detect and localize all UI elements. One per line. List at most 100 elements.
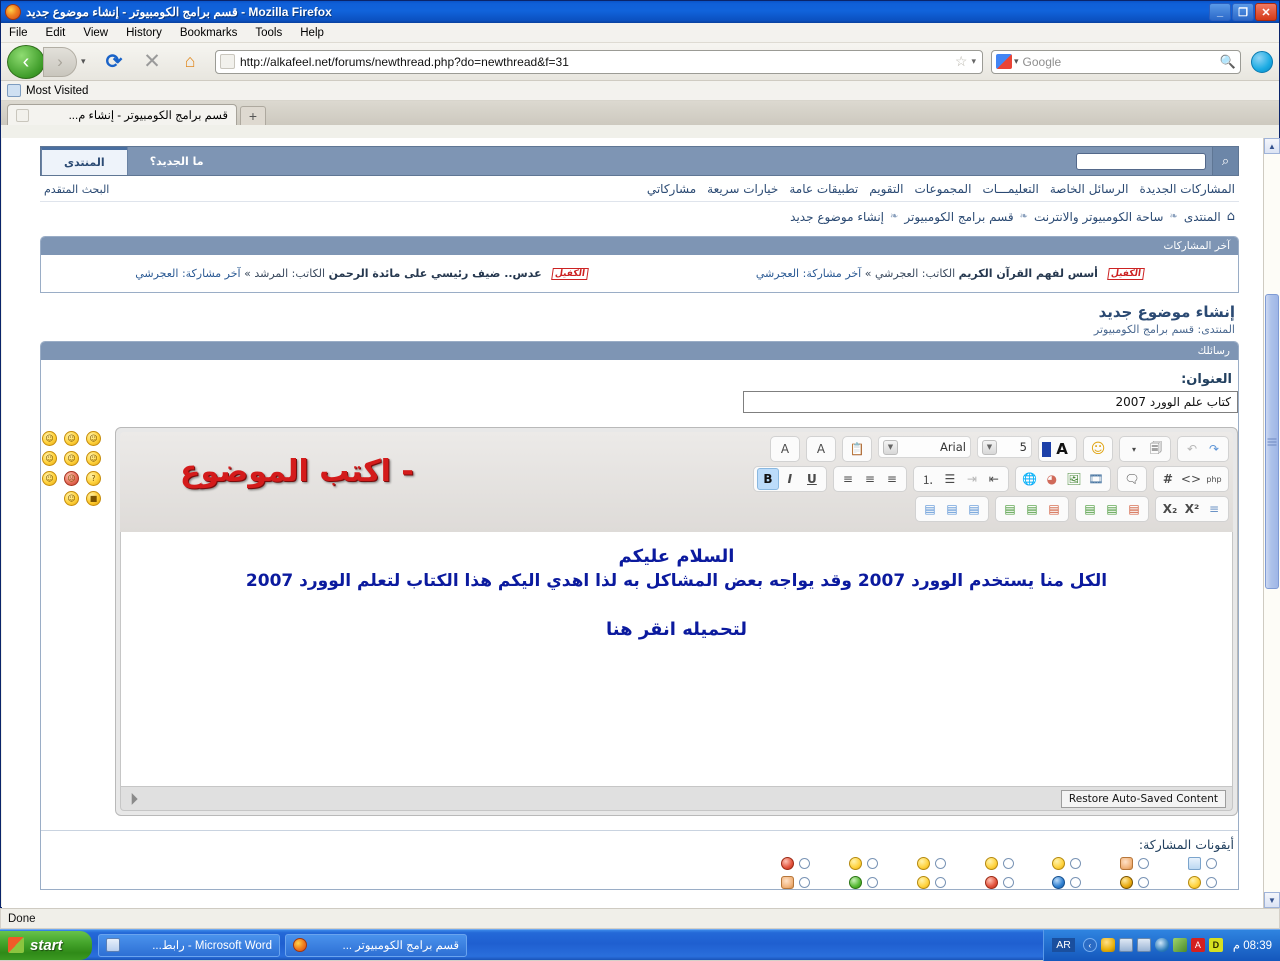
dictionary-icon[interactable]: D xyxy=(1208,938,1223,952)
menu-item-edit[interactable]: Edit xyxy=(46,27,66,39)
skype-icon[interactable] xyxy=(1251,50,1273,73)
vertical-scrollbar[interactable]: ▲ ▼ xyxy=(1263,138,1280,908)
url-dropdown-icon[interactable]: ▾ xyxy=(971,56,978,67)
last-post-title[interactable]: عدس.. ضيف رئيسي على مائدة الرحمن xyxy=(329,267,542,280)
flash-button[interactable]: ◕ xyxy=(1041,468,1063,490)
taskbar-item-firefox[interactable]: قسم برامج الكومبيوتر ... xyxy=(285,933,467,957)
icon-frown-icon[interactable] xyxy=(849,857,863,870)
outdent-button[interactable]: ⇥ xyxy=(961,468,983,490)
breadcrumb-item-forum[interactable]: المنتدى xyxy=(1184,210,1221,224)
post-icon-radio[interactable] xyxy=(867,877,879,888)
scroll-thumb[interactable] xyxy=(1265,294,1279,590)
align-left-button[interactable]: ≡ xyxy=(881,468,903,490)
icon-angry-icon[interactable] xyxy=(781,857,795,870)
nav-link-quick-options[interactable]: خيارات سريعة xyxy=(707,182,778,196)
stop-button[interactable]: ✕ xyxy=(135,46,169,78)
post-icon-radio[interactable] xyxy=(799,877,811,888)
search-engine-caret-icon[interactable]: ▾ xyxy=(1012,56,1023,67)
attachment-caret-icon[interactable]: ▾ xyxy=(1123,438,1145,460)
post-icon-radio[interactable] xyxy=(1205,858,1217,869)
italic-button[interactable]: I xyxy=(779,468,801,490)
start-button[interactable]: start xyxy=(0,930,92,960)
smiley-icon[interactable]: ☺ xyxy=(42,431,57,446)
insert-table-button[interactable]: ▤ xyxy=(1123,498,1145,520)
smiley-icon[interactable]: ☺ xyxy=(86,431,101,446)
minimize-button[interactable]: _ xyxy=(1209,3,1231,21)
table-properties-button[interactable]: ▤ xyxy=(941,498,963,520)
post-icon-option[interactable] xyxy=(781,876,811,889)
post-icon-radio[interactable] xyxy=(934,877,946,888)
network-icon[interactable] xyxy=(1118,938,1133,952)
insert-row-button[interactable]: ▤ xyxy=(1079,498,1101,520)
home-button[interactable]: ⌂ xyxy=(173,46,207,78)
breadcrumb-item-computer-programs[interactable]: قسم برامج الكومبيوتر xyxy=(904,210,1013,224)
icon-question-icon[interactable] xyxy=(1052,876,1066,889)
menu-item-history[interactable]: History xyxy=(126,27,162,39)
editor-content-area[interactable]: السلام عليكم الكل منا يستخدم الوورد 2007… xyxy=(120,532,1233,787)
indent-button[interactable]: ⇤ xyxy=(983,468,1005,490)
smiley-icon[interactable]: ☺ xyxy=(42,471,57,486)
font-color-button[interactable]: A xyxy=(1051,438,1073,460)
scroll-down-button[interactable]: ▼ xyxy=(1264,892,1280,908)
language-indicator[interactable]: AR xyxy=(1052,938,1075,952)
delete-column-button[interactable]: ▤ xyxy=(1043,498,1065,520)
chevron-down-icon[interactable]: ▼ xyxy=(982,439,997,455)
post-icon-option[interactable] xyxy=(916,857,946,870)
maximize-button[interactable]: ❐ xyxy=(1232,3,1254,21)
post-icon-radio[interactable] xyxy=(1070,877,1082,888)
bookmark-item-most-visited[interactable]: Most Visited xyxy=(26,85,88,97)
nav-link-calendar[interactable]: التقويم xyxy=(869,182,903,196)
post-icon-option[interactable] xyxy=(916,876,946,889)
html-code-button[interactable]: <> xyxy=(1179,468,1203,490)
php-code-button[interactable]: php xyxy=(1203,468,1225,490)
smiley-icon[interactable]: ? xyxy=(86,471,101,486)
scroll-up-button[interactable]: ▲ xyxy=(1264,138,1280,154)
icon-talking-icon[interactable] xyxy=(916,857,930,870)
post-icon-radio[interactable] xyxy=(1137,877,1149,888)
new-tab-button[interactable]: + xyxy=(240,106,266,125)
last-post-latest[interactable]: آخر مشاركة: العجرشي xyxy=(135,267,240,280)
insert-column-button[interactable]: ▤ xyxy=(1021,498,1043,520)
removable-disk-icon[interactable] xyxy=(1172,938,1187,952)
home-icon[interactable]: ⌂ xyxy=(1227,209,1235,224)
font-family-select[interactable]: ▼ Arial xyxy=(878,436,971,458)
undo-button[interactable]: ↶ xyxy=(1181,438,1203,460)
smiley-icon[interactable]: ☺ xyxy=(64,431,79,446)
paste-from-word-button[interactable]: 📋 xyxy=(846,438,868,460)
browser-tab[interactable]: قسم برامج الكومبيوتر - إنشاء م... xyxy=(7,104,237,125)
subscript-button[interactable]: X₂ xyxy=(1159,498,1181,520)
scroll-track[interactable] xyxy=(1264,154,1280,892)
post-icon-option[interactable] xyxy=(849,857,879,870)
post-icon-radio[interactable] xyxy=(867,858,879,869)
bold-button[interactable]: B xyxy=(756,468,779,490)
menu-item-bookmarks[interactable]: Bookmarks xyxy=(180,27,238,39)
last-post-latest[interactable]: آخر مشاركة: العجرشي xyxy=(756,267,861,280)
icon-arrow-icon[interactable] xyxy=(849,876,863,889)
menu-item-tools[interactable]: Tools xyxy=(255,27,282,39)
history-dropdown-icon[interactable]: ▾ xyxy=(81,56,93,67)
icon-big-grin-icon[interactable] xyxy=(1052,857,1066,870)
icon-document-icon[interactable] xyxy=(1187,857,1201,870)
font-size-select[interactable]: ▼ 5 xyxy=(977,436,1032,458)
redo-button[interactable]: ↷ xyxy=(1203,438,1225,460)
clock[interactable]: 08:39 م xyxy=(1233,938,1272,952)
network-disconnected-icon[interactable] xyxy=(1136,938,1151,952)
tab-whats-new[interactable]: ما الجديد؟ xyxy=(126,147,226,175)
security-shield-icon[interactable] xyxy=(1100,938,1115,952)
post-icon-radio[interactable] xyxy=(1002,858,1014,869)
attachment-button[interactable]: 🗐 xyxy=(1145,438,1167,460)
nav-link-private-messages[interactable]: الرسائل الخاصة xyxy=(1050,182,1129,196)
icon-exclamation-icon[interactable] xyxy=(984,876,998,889)
post-icon-option[interactable] xyxy=(781,857,811,870)
post-icon-option[interactable] xyxy=(1052,876,1082,889)
search-magnifier-icon[interactable]: 🔍 xyxy=(1220,54,1236,70)
smiley-icon[interactable]: ☺ xyxy=(42,451,57,466)
resize-grip-icon[interactable]: ◢ xyxy=(124,791,139,806)
smiley-icon[interactable]: ☺ xyxy=(64,491,79,506)
icon-smile-icon[interactable] xyxy=(984,857,998,870)
chevron-down-icon[interactable]: ▼ xyxy=(883,439,898,455)
smiley-icon[interactable]: ☺ xyxy=(64,451,79,466)
taskbar-item-word[interactable]: Microsoft Word - رابط... xyxy=(98,933,280,957)
underline-button[interactable]: U xyxy=(801,468,823,490)
nav-link-groups[interactable]: المجموعات xyxy=(915,182,972,196)
